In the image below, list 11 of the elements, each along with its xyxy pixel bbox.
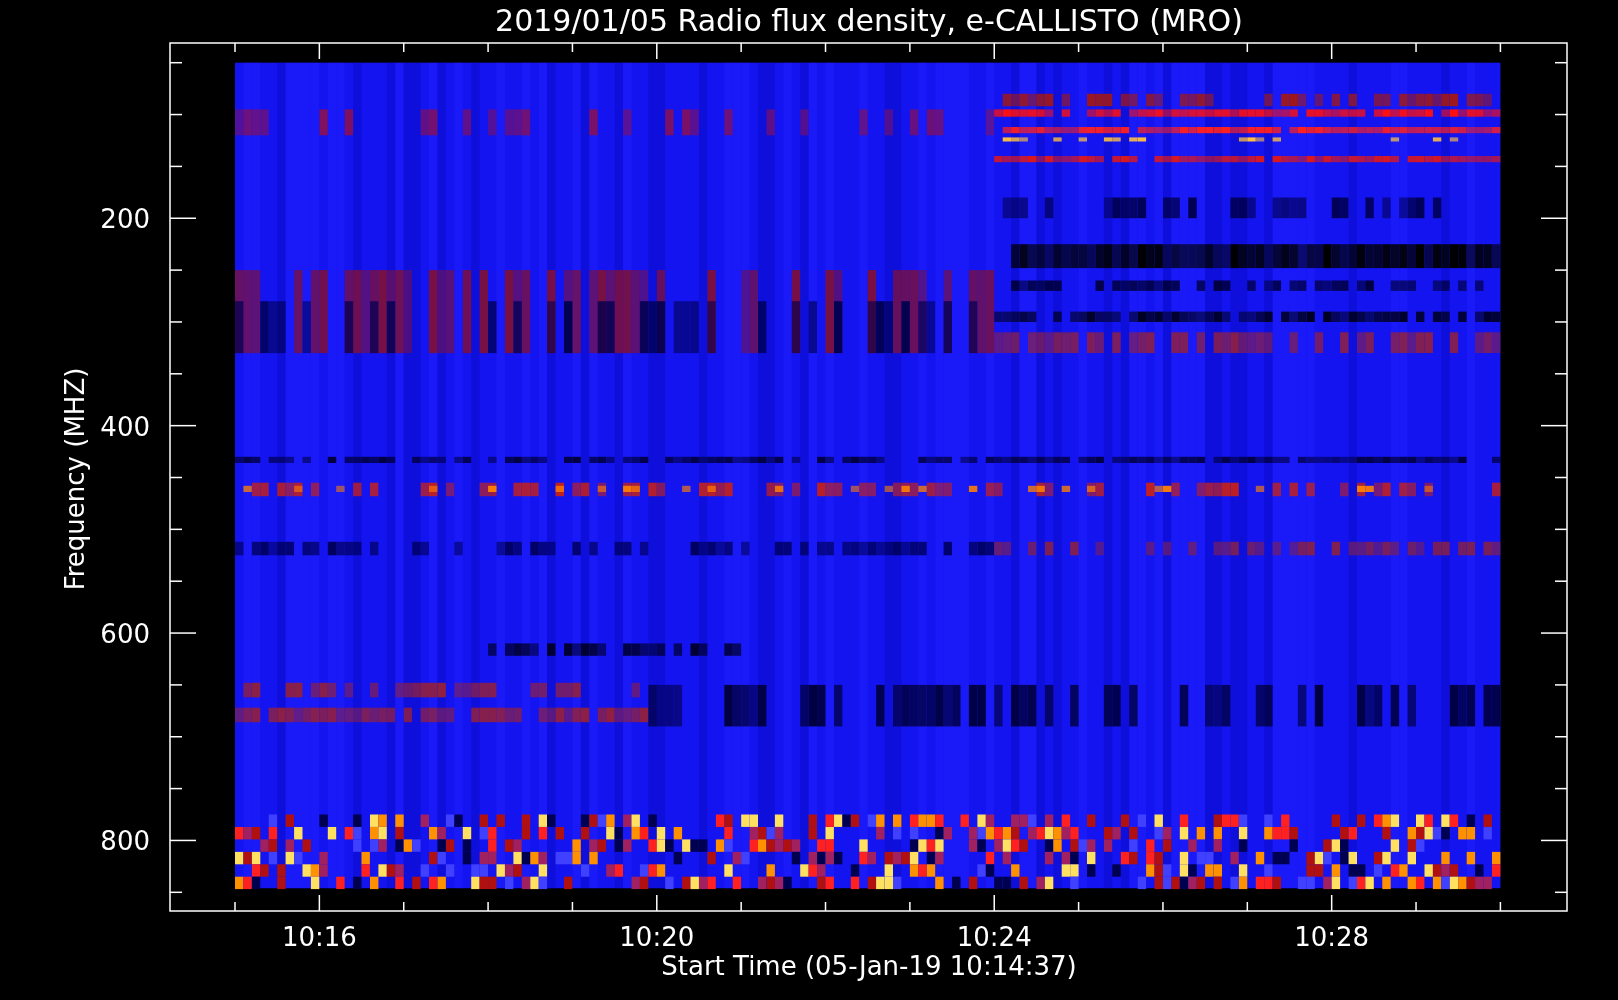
chart-title: 2019/01/05 Radio flux density, e-CALLISTO (MRO) [495,3,1243,38]
y-axis-label: Frequency (MHZ) [60,367,90,591]
y-tick-label: 600 [100,619,150,650]
y-tick-label: 800 [100,826,150,857]
y-tick-label: 200 [100,204,150,235]
x-tick-label: 10:16 [281,922,357,952]
x-axis-label: Start Time (05-Jan-19 10:14:37) [661,951,1077,981]
x-tick-label: 10:28 [1294,922,1370,952]
y-tick-label: 400 [100,411,150,442]
x-tick-label: 10:24 [956,922,1032,952]
x-tick-label: 10:20 [619,922,695,952]
